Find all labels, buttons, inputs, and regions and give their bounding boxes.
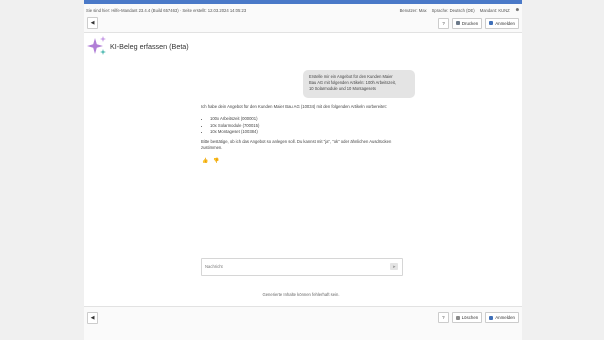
print-icon <box>455 21 460 25</box>
footer-actions: ? Löschen Anmelden <box>438 312 519 323</box>
message-input-box[interactable]: ➤ <box>201 258 403 276</box>
save-label: Anmelden <box>495 20 515 26</box>
print-button[interactable]: Drucken <box>451 17 483 29</box>
sparkle-icon <box>87 36 106 55</box>
thumbs-down-icon[interactable]: 👎 <box>213 158 219 164</box>
save-button[interactable]: Anmelden <box>485 17 519 29</box>
help-label: ? <box>442 315 445 320</box>
thumbs-up-icon[interactable]: 👍 <box>202 158 208 164</box>
user-message: Erstelle mir ein Angebot für den Kunden … <box>303 70 415 98</box>
help-label: ? <box>442 20 445 26</box>
save-icon <box>489 21 494 25</box>
send-button[interactable]: ➤ <box>390 263 398 270</box>
save-label: Anmelden <box>495 315 515 320</box>
feedback-buttons: 👍 👎 <box>202 158 219 164</box>
user-icon[interactable]: ☻ <box>515 7 520 13</box>
page-header: KI-Beleg erfassen (Beta) <box>84 32 522 62</box>
footer-help-button[interactable]: ? <box>438 312 449 323</box>
message-input[interactable] <box>205 261 375 271</box>
delete-label: Löschen <box>461 315 479 320</box>
delete-icon <box>455 315 460 320</box>
delete-button[interactable]: Löschen <box>451 312 483 323</box>
toolbar-actions: ? Drucken Anmelden <box>438 17 519 29</box>
status-bar: Sie sind hier: Hilfe-Mandant 23.4.4 (Bui… <box>84 4 522 16</box>
bottom-toolbar: ◀ ? Löschen Anmelden <box>84 306 522 328</box>
ai-intro: Ich habe dein Angebot für den Kunden Mai… <box>201 104 387 109</box>
app-window: Sie sind hier: Hilfe-Mandant 23.4.4 (Bui… <box>84 0 522 340</box>
back-arrow-icon: ◀ <box>90 314 95 321</box>
status-info: Sie sind hier: Hilfe-Mandant 23.4.4 (Bui… <box>86 7 247 13</box>
top-toolbar: ◀ ? Drucken Anmelden <box>84 16 522 30</box>
print-label: Drucken <box>461 20 479 26</box>
status-right: Benutzer: Max Sprache: Deutsch (DE) Mand… <box>400 7 520 13</box>
user-message-line: Bau AG mit folgenden Artikeln: 100h Arbe… <box>309 79 396 85</box>
ai-item-list: 100x Arbeitszeit (000001) 10x Solarmodul… <box>210 116 411 135</box>
disclaimer: Generierte Inhalte können fehlerhaft sei… <box>262 292 340 297</box>
footer-save-button[interactable]: Anmelden <box>485 312 519 323</box>
back-arrow-icon: ◀ <box>90 20 95 26</box>
save-icon <box>489 315 494 320</box>
user-message-line: 10 Solarmodule und 10 Montagesets <box>309 85 376 91</box>
help-button[interactable]: ? <box>438 17 449 29</box>
ai-outro: Bitte bestätige, ob ich das Angebot so a… <box>201 139 392 151</box>
chat-area: Erstelle mir ein Angebot für den Kunden … <box>84 61 522 306</box>
ai-message: Ich habe dein Angebot für den Kunden Mai… <box>201 104 411 152</box>
send-icon: ➤ <box>392 264 396 269</box>
back-button[interactable]: ◀ <box>87 17 98 29</box>
ai-item: 10x Montageset (100384) <box>210 129 411 135</box>
status-language[interactable]: Sprache: Deutsch (DE) <box>432 8 475 13</box>
page-title: KI-Beleg erfassen (Beta) <box>110 42 189 51</box>
status-mandant[interactable]: Mandant: KUNZ <box>480 8 510 13</box>
footer-back-button[interactable]: ◀ <box>87 311 98 324</box>
status-user[interactable]: Benutzer: Max <box>400 8 427 13</box>
